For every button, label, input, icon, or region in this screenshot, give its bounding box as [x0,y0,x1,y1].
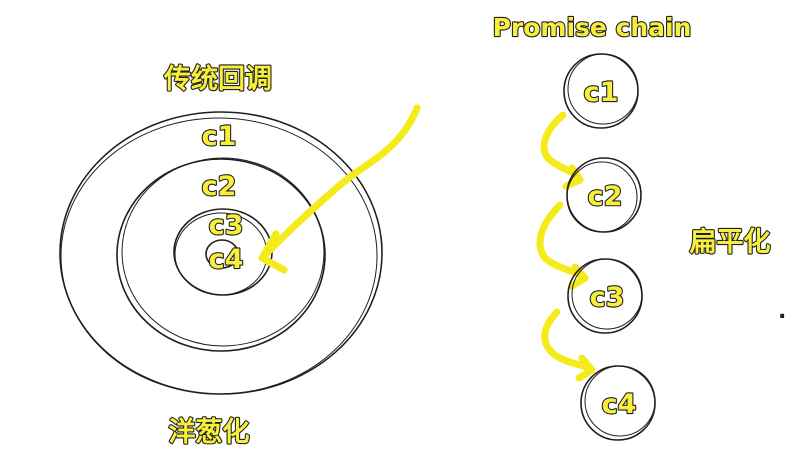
onion-label-c4: c4 [209,244,244,275]
stray-dot: . [778,299,786,324]
onion-label-c2: c2 [202,171,237,202]
chain-label-c1: c1 [584,77,619,108]
onion-diagram: c1 c2 c3 c4 [59,104,421,395]
onion-label-c3: c3 [209,210,244,241]
diagram-canvas: c1 c2 c3 c4 传统回调 洋葱化 c1 c2 c3 c4 Promise… [0,0,810,475]
promise-chain: c1 c2 c3 c4 [536,53,656,441]
left-caption: 洋葱化 [169,416,250,448]
chain-label-c4: c4 [602,389,637,420]
diagram-svg: c1 c2 c3 c4 传统回调 洋葱化 c1 c2 c3 c4 Promise… [59,12,786,449]
right-title: Promise chain [493,13,692,42]
chain-label-c3: c3 [590,282,625,313]
left-title: 传统回调 [163,63,272,95]
onion-label-c1: c1 [202,121,237,152]
chain-label-c2: c2 [588,181,623,212]
right-caption: 扁平化 [690,227,771,258]
